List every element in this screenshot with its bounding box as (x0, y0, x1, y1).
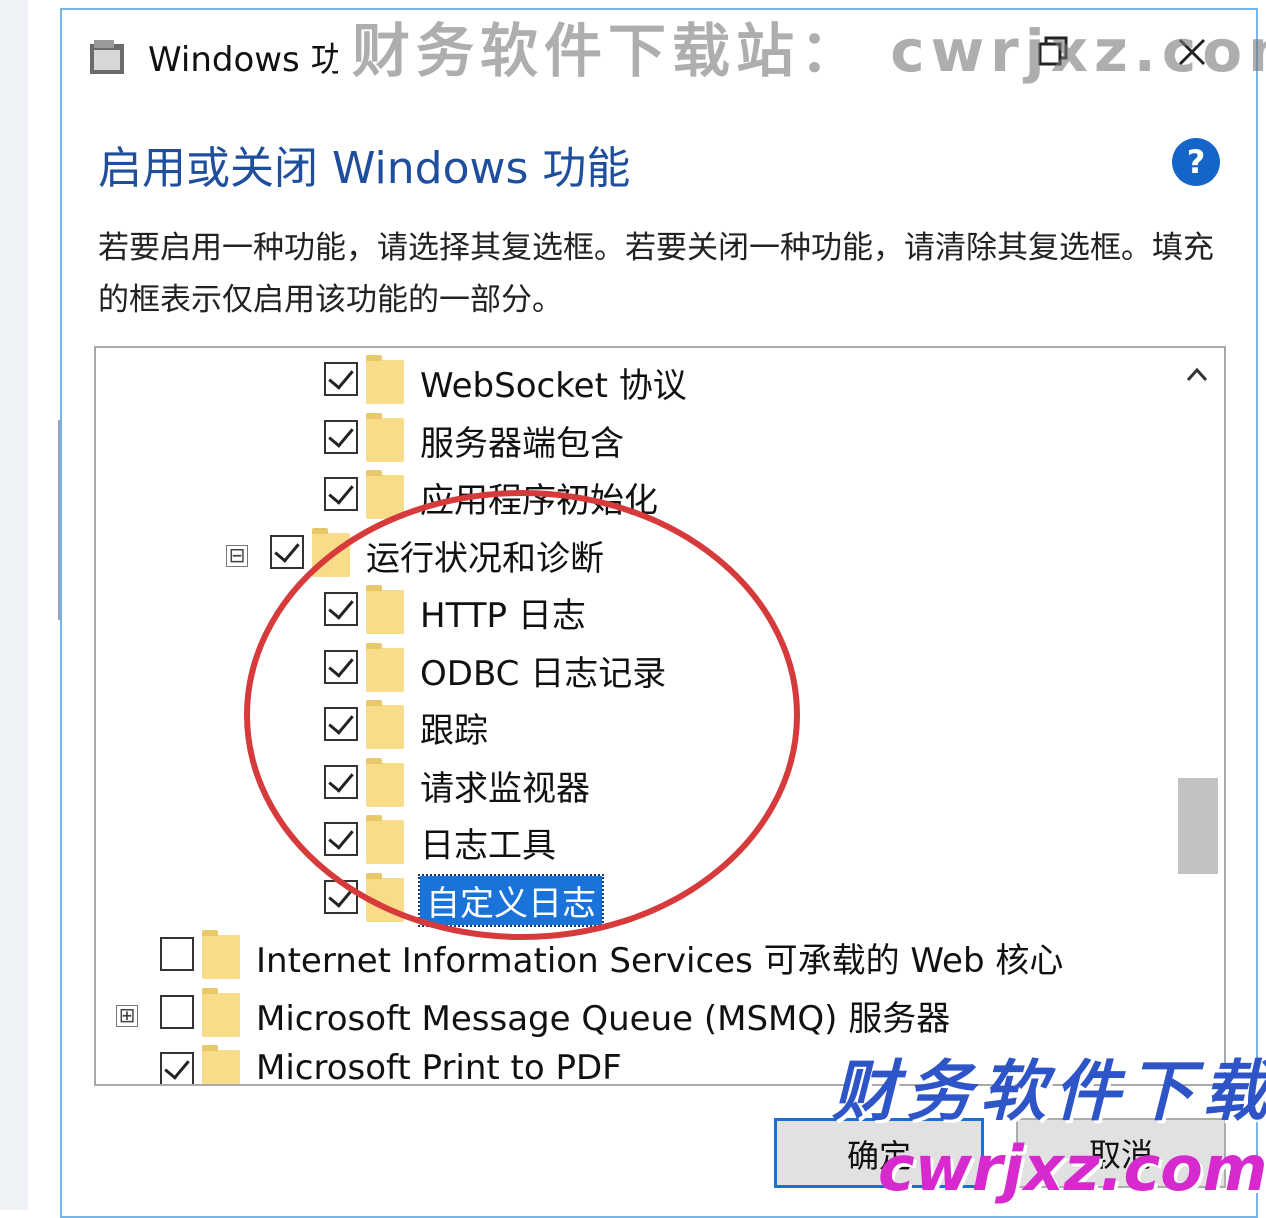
feature-checkbox[interactable] (160, 994, 194, 1029)
scrollbar-track[interactable] (1176, 408, 1220, 1078)
feature-label[interactable]: HTTP 日志 (420, 588, 586, 637)
feature-checkbox[interactable] (324, 764, 358, 799)
feature-row[interactable]: 自定义日志 (96, 872, 1156, 930)
feature-label[interactable]: Internet Information Services 可承载的 Web 核… (256, 933, 1063, 982)
feature-row[interactable]: ⊞ Microsoft Message Queue (MSMQ) 服务器 (96, 987, 1156, 1045)
feature-row[interactable]: Internet Information Services 可承载的 Web 核… (96, 930, 1156, 987)
cancel-button[interactable]: 取消 (1016, 1118, 1226, 1188)
feature-label[interactable]: 应用程序初始化 (420, 473, 658, 522)
feature-label[interactable]: 日志工具 (420, 818, 556, 867)
feature-checkbox[interactable] (324, 707, 358, 741)
feature-row[interactable]: 日志工具 (96, 815, 1156, 872)
feature-checkbox[interactable] (160, 1052, 194, 1084)
feature-checkbox[interactable] (160, 937, 194, 971)
folder-icon (366, 757, 404, 807)
feature-checkbox[interactable] (324, 649, 358, 684)
feature-label[interactable]: 请求监视器 (420, 761, 590, 810)
feature-checkbox[interactable] (324, 362, 358, 396)
collapse-icon[interactable]: ⊟ (226, 544, 248, 567)
feature-row[interactable]: Microsoft Print to PDF (96, 1045, 1156, 1084)
feature-row[interactable]: ⊟ 运行状况和诊断 (96, 527, 1156, 585)
background-window-strip (0, 0, 64, 1210)
folder-icon (202, 1045, 240, 1084)
window-app-icon (90, 40, 124, 74)
feature-row[interactable]: 服务器端包含 (96, 412, 1156, 470)
dialog-heading: 启用或关闭 Windows 功能 (98, 143, 631, 194)
folder-icon (312, 527, 350, 577)
feature-row[interactable]: 请求监视器 (96, 757, 1156, 815)
folder-icon (366, 642, 404, 692)
feature-checkbox[interactable] (324, 419, 358, 454)
feature-checkbox[interactable] (324, 477, 358, 511)
feature-row[interactable]: 应用程序初始化 (96, 470, 1156, 527)
feature-label[interactable]: Microsoft Message Queue (MSMQ) 服务器 (256, 991, 950, 1040)
feature-label[interactable]: 运行状况和诊断 (366, 531, 604, 580)
feature-checkbox[interactable] (324, 822, 358, 856)
feature-label[interactable]: ODBC 日志记录 (420, 646, 666, 695)
feature-row[interactable]: ODBC 日志记录 (96, 642, 1156, 700)
feature-label[interactable]: Microsoft Print to PDF (256, 1048, 622, 1084)
feature-label[interactable]: 服务器端包含 (420, 416, 624, 465)
feature-row[interactable]: HTTP 日志 (96, 585, 1156, 642)
folder-icon (366, 872, 404, 922)
feature-label[interactable]: 跟踪 (420, 703, 488, 752)
windows-features-dialog: Windows 功能 启用或关闭 Windows 功能 ? 若要启用一种功能，请… (60, 8, 1266, 1218)
title-bar: Windows 功能 (62, 10, 1256, 98)
folder-icon (366, 412, 404, 462)
folder-icon (366, 700, 404, 749)
folder-icon (366, 815, 404, 864)
folder-icon (366, 585, 404, 634)
feature-tree[interactable]: WebSocket 协议 服务器端包含 应用程序初始化 ⊟ 运行状况和诊断 HTTP 日志… (94, 346, 1226, 1086)
folder-icon (202, 987, 240, 1037)
window-title: Windows 功能 (148, 40, 338, 80)
expand-icon[interactable]: ⊞ (116, 1004, 138, 1027)
feature-row[interactable]: 跟踪 (96, 700, 1156, 757)
folder-icon (202, 930, 240, 979)
feature-checkbox[interactable] (324, 879, 358, 914)
folder-icon (366, 355, 404, 404)
dialog-description: 若要启用一种功能，请选择其复选框。若要关闭一种功能，请清除其复选框。填充的框表示… (98, 230, 1214, 318)
help-icon[interactable]: ? (1172, 138, 1220, 186)
restore-icon[interactable] (1032, 32, 1072, 72)
scroll-up-icon[interactable] (1182, 360, 1212, 390)
feature-checkbox[interactable] (270, 534, 304, 569)
feature-label[interactable]: WebSocket 协议 (420, 358, 687, 407)
feature-row[interactable]: WebSocket 协议 (96, 355, 1156, 412)
feature-label[interactable]: 自定义日志 (418, 873, 604, 927)
folder-icon (366, 470, 404, 519)
ok-button[interactable]: 确定 (774, 1118, 984, 1188)
feature-checkbox[interactable] (324, 592, 358, 626)
close-icon[interactable] (1172, 32, 1212, 72)
scrollbar-thumb[interactable] (1178, 778, 1218, 874)
